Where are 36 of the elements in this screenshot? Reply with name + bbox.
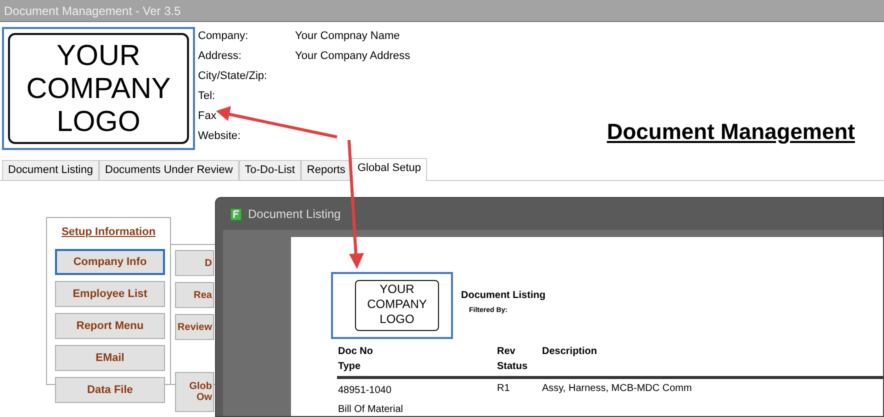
tab[interactable]: Document Listing	[2, 160, 99, 180]
tab[interactable]: Global Setup	[351, 158, 428, 181]
table-cell-text: Assy, Harness, MCB-MDC Comm	[542, 382, 693, 396]
setup-button[interactable]: Rea	[175, 282, 214, 308]
field-label: City/State/Zip:	[198, 69, 268, 84]
field-label: Address:	[198, 49, 242, 64]
page-heading: Document Management	[606, 118, 855, 146]
field-value: Your Compnay Name	[295, 29, 400, 44]
table-cell-text: 48951-1040 Bill Of Material	[337, 384, 404, 417]
tab[interactable]: To-Do-List	[238, 160, 301, 180]
field-label: Company:	[198, 29, 250, 44]
setup-button[interactable]: Employee List	[55, 280, 165, 306]
company-logo: YOUR COMPANY LOGO	[355, 280, 439, 331]
report-window-title: Document Listing	[248, 206, 341, 223]
setup-button[interactable]: Report Menu	[55, 312, 165, 338]
tab[interactable]: Reports	[300, 160, 352, 180]
company-logo: YOUR COMPANY LOGO	[8, 33, 189, 144]
setup-button[interactable]: Data File	[55, 376, 165, 402]
field-label: Tel:	[198, 89, 216, 104]
setup-heading: Setup Information	[60, 225, 157, 240]
setup-button[interactable]: Company Info	[55, 248, 165, 274]
column-header: Doc No Type	[337, 345, 374, 374]
field-label: Website:	[198, 129, 242, 144]
window-title: Document Management - Ver 3.5	[0, 0, 884, 22]
table-cell-text: R1	[497, 382, 511, 396]
field-value: Your Company Address	[295, 49, 410, 64]
setup-button[interactable]: EMail	[55, 344, 165, 370]
setup-button[interactable]: Glob Ow	[175, 372, 214, 412]
field-label: Fax	[198, 109, 218, 124]
tab[interactable]: Documents Under Review	[99, 160, 239, 180]
setup-button[interactable]: Review	[175, 314, 214, 340]
setup-button[interactable]: D	[175, 250, 214, 276]
column-header: Description	[542, 345, 598, 359]
report-title: Document Listing	[461, 289, 546, 303]
report-icon	[230, 208, 242, 220]
column-header: Rev Status	[497, 345, 529, 374]
